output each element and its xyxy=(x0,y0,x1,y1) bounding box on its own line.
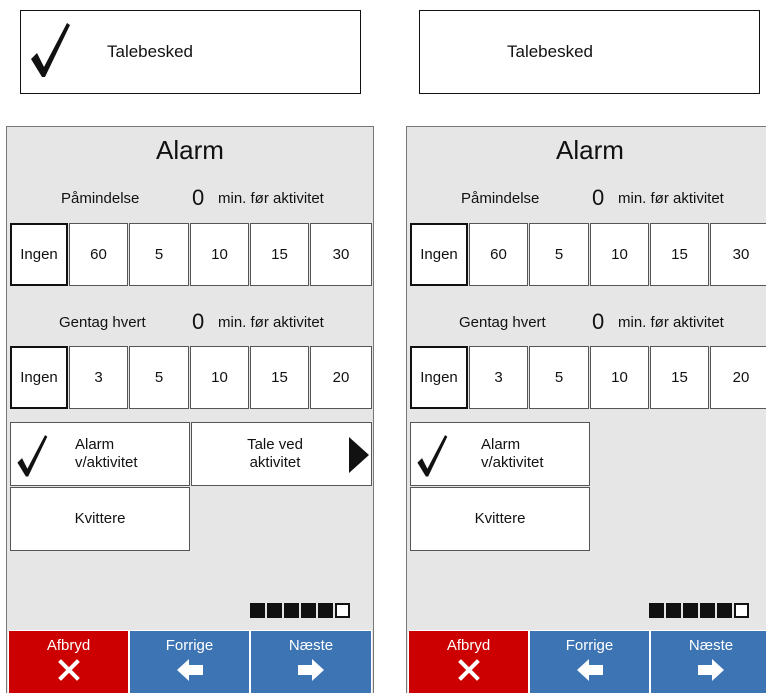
reminder-option-ingen[interactable]: Ingen xyxy=(410,223,468,286)
acknowledge-button[interactable]: Kvittere xyxy=(410,487,590,551)
repeat-suffix: min. før aktivitet xyxy=(618,314,724,331)
cancel-label: Afbryd xyxy=(446,637,491,654)
repeat-suffix: min. før aktivitet xyxy=(218,314,324,331)
reminder-option-10[interactable]: 10 xyxy=(190,223,249,286)
alarm-activity-label: Alarm v/aktivitet xyxy=(481,436,544,471)
repeat-value: 0 xyxy=(192,309,205,334)
alarm-activity-button[interactable]: Alarm v/aktivitet xyxy=(410,422,590,486)
reminder-value: 0 xyxy=(192,185,205,210)
cancel-button[interactable]: Afbryd xyxy=(408,630,529,693)
repeat-label: Gentag hvert xyxy=(59,314,146,331)
previous-button[interactable]: Forrige xyxy=(129,630,250,693)
alarm-activity-label: Alarm v/aktivitet xyxy=(75,436,138,471)
checkmark-icon xyxy=(29,19,71,84)
checkmark-icon xyxy=(415,432,449,482)
progress-step-filled xyxy=(700,603,715,618)
progress-step-empty xyxy=(335,603,350,618)
progress-step-filled xyxy=(666,603,681,618)
reminder-label: Påmindelse xyxy=(461,190,540,207)
talebesked-label: Talebesked xyxy=(507,42,594,61)
alarm-activity-button[interactable]: Alarm v/aktivitet xyxy=(10,422,190,486)
reminder-option-15[interactable]: 15 xyxy=(650,223,709,286)
repeat-option-10[interactable]: 10 xyxy=(590,346,649,409)
arrow-left-icon xyxy=(576,659,603,683)
reminder-option-30[interactable]: 30 xyxy=(310,223,372,286)
cancel-label: Afbryd xyxy=(46,637,91,654)
progress-step-filled xyxy=(250,603,265,618)
repeat-option-5[interactable]: 5 xyxy=(129,346,189,409)
repeat-option-3[interactable]: 3 xyxy=(69,346,128,409)
acknowledge-button[interactable]: Kvittere xyxy=(10,487,190,551)
close-icon xyxy=(57,659,80,683)
reminder-option-ingen[interactable]: Ingen xyxy=(10,223,68,286)
reminder-option-15[interactable]: 15 xyxy=(250,223,309,286)
alarm-panel-left: Alarm Påmindelse 0 min. før aktivitet In… xyxy=(6,126,374,693)
reminder-option-60[interactable]: 60 xyxy=(69,223,128,286)
previous-button[interactable]: Forrige xyxy=(529,630,650,693)
progress-indicator xyxy=(250,603,350,618)
repeat-option-10[interactable]: 10 xyxy=(190,346,249,409)
arrow-right-icon xyxy=(698,659,724,683)
repeat-option-ingen[interactable]: Ingen xyxy=(410,346,468,409)
acknowledge-label: Kvittere xyxy=(74,510,126,527)
reminder-suffix: min. før aktivitet xyxy=(218,190,324,207)
reminder-suffix: min. før aktivitet xyxy=(618,190,724,207)
reminder-option-10[interactable]: 10 xyxy=(590,223,649,286)
progress-step-filled xyxy=(649,603,664,618)
next-button[interactable]: Næste xyxy=(250,630,372,693)
speech-at-activity-label: Tale ved aktivitet xyxy=(247,436,303,471)
reminder-value: 0 xyxy=(592,185,605,210)
next-button[interactable]: Næste xyxy=(650,630,766,693)
reminder-label: Påmindelse xyxy=(61,190,140,207)
next-label: Næste xyxy=(688,637,734,654)
reminder-option-5[interactable]: 5 xyxy=(529,223,589,286)
checkmark-icon xyxy=(15,432,49,482)
repeat-option-3[interactable]: 3 xyxy=(469,346,528,409)
repeat-option-20[interactable]: 20 xyxy=(710,346,766,409)
repeat-label: Gentag hvert xyxy=(459,314,546,331)
panel-title: Alarm xyxy=(556,135,624,165)
talebesked-button[interactable]: Talebesked xyxy=(419,10,760,94)
reminder-option-30[interactable]: 30 xyxy=(710,223,766,286)
cancel-button[interactable]: Afbryd xyxy=(8,630,129,693)
play-arrow-icon xyxy=(349,437,369,477)
repeat-option-15[interactable]: 15 xyxy=(650,346,709,409)
arrow-left-icon xyxy=(176,659,203,683)
previous-label: Forrige xyxy=(165,637,214,654)
repeat-value: 0 xyxy=(592,309,605,334)
alarm-panel-right: Alarm Påmindelse 0 min. før aktivitet In… xyxy=(406,126,766,693)
panel-title: Alarm xyxy=(156,135,224,165)
arrow-right-icon xyxy=(298,659,324,683)
progress-step-filled xyxy=(267,603,282,618)
progress-step-empty xyxy=(734,603,749,618)
progress-indicator xyxy=(649,603,749,618)
reminder-option-60[interactable]: 60 xyxy=(469,223,528,286)
speech-at-activity-button[interactable]: Tale ved aktivitet xyxy=(191,422,372,486)
repeat-option-5[interactable]: 5 xyxy=(529,346,589,409)
acknowledge-label: Kvittere xyxy=(474,510,526,527)
progress-step-filled xyxy=(683,603,698,618)
talebesked-label: Talebesked xyxy=(107,42,194,61)
next-label: Næste xyxy=(288,637,334,654)
progress-step-filled xyxy=(717,603,732,618)
progress-step-filled xyxy=(284,603,299,618)
reminder-option-5[interactable]: 5 xyxy=(129,223,189,286)
talebesked-checked-button[interactable]: Talebesked xyxy=(20,10,361,94)
repeat-option-20[interactable]: 20 xyxy=(310,346,372,409)
repeat-option-ingen[interactable]: Ingen xyxy=(10,346,68,409)
progress-step-filled xyxy=(301,603,316,618)
close-icon xyxy=(457,659,480,683)
repeat-option-15[interactable]: 15 xyxy=(250,346,309,409)
progress-step-filled xyxy=(318,603,333,618)
previous-label: Forrige xyxy=(565,637,614,654)
